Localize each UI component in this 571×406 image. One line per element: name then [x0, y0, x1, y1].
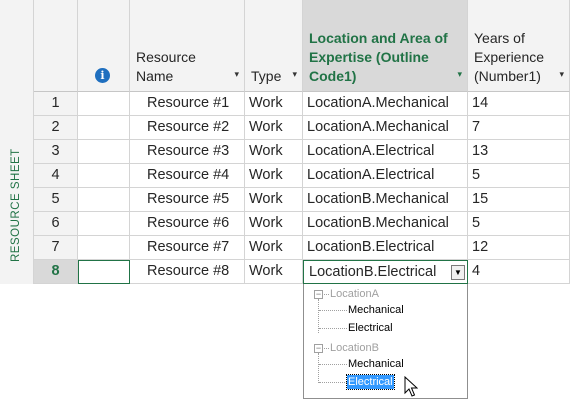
tree-connector: [319, 364, 347, 365]
header-resource-name[interactable]: Resource Name ▾: [130, 0, 245, 92]
type-cell[interactable]: Work: [245, 236, 303, 260]
header-type-label: Type: [251, 68, 282, 84]
indicator-cell[interactable]: [78, 116, 130, 140]
resource-name-cell[interactable]: Resource #1: [130, 92, 245, 116]
row-number[interactable]: 3: [34, 140, 78, 164]
type-cell[interactable]: Work: [245, 212, 303, 236]
table-row[interactable]: 1 Resource #1 Work LocationA.Mechanical …: [34, 92, 571, 116]
resource-sheet-grid: i Resource Name ▾ Type ▾ Location and Ar…: [34, 0, 571, 284]
resource-sheet-sidebar: RESOURCE SHEET: [0, 0, 34, 284]
tree-node-location-a-mechanical[interactable]: Mechanical: [348, 303, 404, 317]
type-cell[interactable]: Work: [245, 188, 303, 212]
tree-connector: [319, 310, 347, 311]
years-cell[interactable]: 14: [468, 92, 570, 116]
row-number[interactable]: 4: [34, 164, 78, 188]
indicator-cell[interactable]: [78, 164, 130, 188]
indicator-cell[interactable]: [78, 260, 130, 284]
type-sort-icon[interactable]: ▾: [292, 65, 297, 84]
type-cell[interactable]: Work: [245, 260, 303, 284]
mouse-pointer-icon: [404, 376, 418, 397]
indicator-cell[interactable]: [78, 236, 130, 260]
indicator-cell[interactable]: [78, 212, 130, 236]
row-number[interactable]: 7: [34, 236, 78, 260]
type-cell[interactable]: Work: [245, 140, 303, 164]
location-cell[interactable]: LocationB.Mechanical: [303, 212, 468, 236]
years-cell[interactable]: 5: [468, 212, 570, 236]
table-row-selected[interactable]: 8 Resource #8 Work LocationB.Electrical …: [34, 260, 571, 284]
years-cell[interactable]: 15: [468, 188, 570, 212]
location-cell[interactable]: LocationA.Electrical: [303, 164, 468, 188]
table-row[interactable]: 5 Resource #5 Work LocationB.Mechanical …: [34, 188, 571, 212]
resource-name-cell[interactable]: Resource #7: [130, 236, 245, 260]
row-number[interactable]: 2: [34, 116, 78, 140]
resource-name-sort-icon[interactable]: ▾: [234, 65, 239, 84]
table-row[interactable]: 4 Resource #4 Work LocationA.Electrical …: [34, 164, 571, 188]
resource-name-cell[interactable]: Resource #8: [130, 260, 245, 284]
outline-code-dropdown[interactable]: − LocationA Mechanical Electrical − Loca…: [303, 284, 468, 399]
resource-name-cell[interactable]: Resource #5: [130, 188, 245, 212]
years-cell[interactable]: 7: [468, 116, 570, 140]
years-cell[interactable]: 5: [468, 164, 570, 188]
type-cell[interactable]: Work: [245, 116, 303, 140]
location-editor-value[interactable]: LocationB.Electrical: [309, 264, 436, 280]
info-icon: i: [95, 68, 110, 83]
row-number[interactable]: 6: [34, 212, 78, 236]
tree-node-location-b[interactable]: LocationB: [330, 341, 379, 355]
location-cell[interactable]: LocationB.Electrical: [303, 236, 468, 260]
location-cell[interactable]: LocationA.Mechanical: [303, 116, 468, 140]
table-row[interactable]: 7 Resource #7 Work LocationB.Electrical …: [34, 236, 571, 260]
table-row[interactable]: 2 Resource #2 Work LocationA.Mechanical …: [34, 116, 571, 140]
table-row[interactable]: 3 Resource #3 Work LocationA.Electrical …: [34, 140, 571, 164]
tree-connector: [319, 328, 347, 329]
header-row-number[interactable]: [34, 0, 78, 92]
location-cell[interactable]: LocationA.Mechanical: [303, 92, 468, 116]
header-type[interactable]: Type ▾: [245, 0, 303, 92]
indicator-cell[interactable]: [78, 92, 130, 116]
header-location-label: Location and Area of Expertise (Outline …: [309, 30, 448, 84]
row-number[interactable]: 1: [34, 92, 78, 116]
table-row[interactable]: 6 Resource #6 Work LocationB.Mechanical …: [34, 212, 571, 236]
resource-name-cell[interactable]: Resource #2: [130, 116, 245, 140]
resource-name-cell[interactable]: Resource #4: [130, 164, 245, 188]
header-location[interactable]: Location and Area of Expertise (Outline …: [303, 0, 468, 92]
view-label: RESOURCE SHEET: [10, 148, 22, 262]
years-sort-icon[interactable]: ▾: [559, 65, 564, 84]
tree-connector: [324, 348, 329, 349]
location-cell[interactable]: LocationA.Electrical: [303, 140, 468, 164]
resource-name-cell[interactable]: Resource #6: [130, 212, 245, 236]
header-resource-name-label: Resource Name: [136, 49, 196, 84]
row-number[interactable]: 8: [34, 260, 78, 284]
resource-name-cell[interactable]: Resource #3: [130, 140, 245, 164]
tree-connector: [318, 353, 319, 383]
collapse-location-b-icon[interactable]: −: [314, 344, 323, 353]
tree-node-location-b-electrical[interactable]: Electrical: [346, 374, 395, 390]
tree-connector: [319, 382, 347, 383]
location-editor[interactable]: LocationB.Electrical ▼: [303, 260, 468, 284]
indicator-cell[interactable]: [78, 188, 130, 212]
tree-node-location-b-mechanical[interactable]: Mechanical: [348, 357, 404, 371]
tree-connector: [324, 294, 329, 295]
row-number[interactable]: 5: [34, 188, 78, 212]
location-cell[interactable]: LocationB.Mechanical: [303, 188, 468, 212]
indicator-cell[interactable]: [78, 140, 130, 164]
header-years-label: Years of Experience (Number1): [474, 30, 545, 84]
type-cell[interactable]: Work: [245, 164, 303, 188]
collapse-location-a-icon[interactable]: −: [314, 290, 323, 299]
years-cell[interactable]: 4: [468, 260, 570, 284]
dropdown-button-icon[interactable]: ▼: [451, 265, 465, 280]
header-indicators[interactable]: i: [78, 0, 130, 92]
years-cell[interactable]: 13: [468, 140, 570, 164]
tree-node-location-a-electrical[interactable]: Electrical: [348, 321, 393, 335]
header-years[interactable]: Years of Experience (Number1) ▾: [468, 0, 570, 92]
location-sort-icon[interactable]: ▾: [457, 65, 462, 84]
type-cell[interactable]: Work: [245, 92, 303, 116]
years-cell[interactable]: 12: [468, 236, 570, 260]
tree-node-location-a[interactable]: LocationA: [330, 287, 379, 301]
